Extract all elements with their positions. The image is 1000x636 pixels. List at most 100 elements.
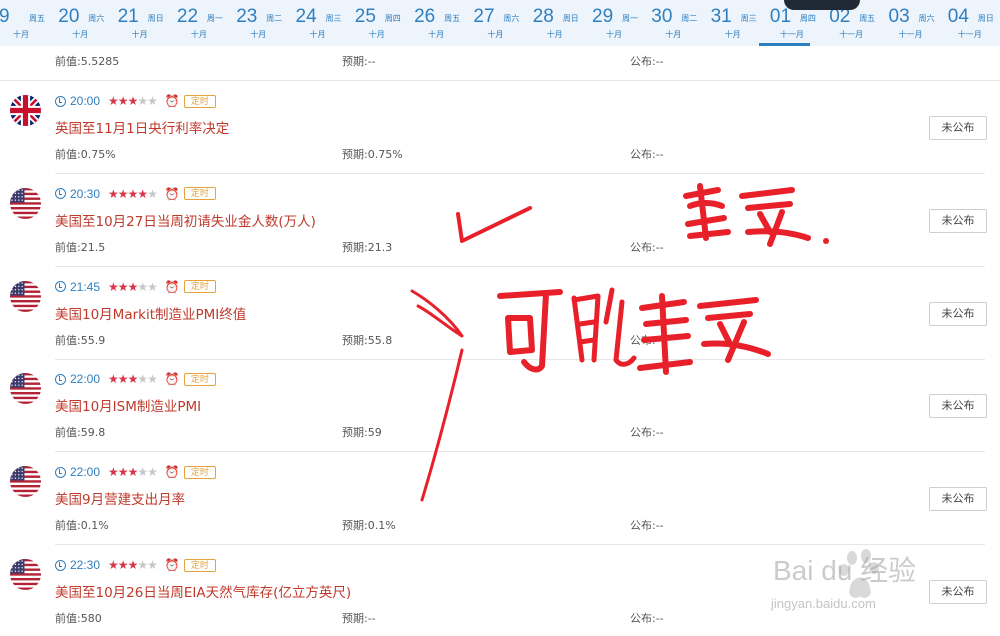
forecast-value: 预期:-- [342, 55, 376, 68]
us-flag-icon [10, 373, 41, 405]
date-tab-24[interactable]: 24 周三 十月 [288, 0, 348, 46]
event-row[interactable]: 22:00 ★★★★★ ⏰ 定时 美国9月营建支出月率 前值:0.1% 预期:0.1% 公布:… [0, 453, 1000, 546]
forecast-value: 预期:21.3 [342, 240, 393, 254]
scheduled-badge: 定时 [183, 558, 216, 572]
alarm-clock-icon[interactable]: ⏰ [165, 465, 180, 479]
prev-value: 前值:21.5 [55, 240, 106, 254]
date-number: 21 [117, 6, 139, 27]
event-title[interactable]: 美国至10月27日当周初请失业金人数(万人) [55, 210, 316, 230]
not-published-button[interactable]: 未公布 [929, 208, 987, 233]
weekday-label: 周一 [206, 14, 223, 23]
month-label: 十一月 [898, 30, 923, 39]
event-title[interactable]: 美国10月Markit制造业PMI终值 [55, 303, 246, 323]
weekday-label: 周六 [918, 14, 935, 23]
date-tab-28[interactable]: 28 周日 十月 [525, 0, 585, 46]
event-title[interactable]: 美国9月营建支出月率 [55, 488, 185, 508]
importance-star-icon: ★ [147, 186, 158, 201]
event-row[interactable]: 21:45 ★★★★★ ⏰ 定时 美国10月Markit制造业PMI终值 前值:55.9 预… [0, 268, 1000, 361]
scheduled-badge: 定时 [183, 465, 216, 479]
event-title[interactable]: 美国10月ISM制造业PMI [55, 395, 201, 415]
date-tab-31[interactable]: 31 周三 十月 [703, 0, 763, 46]
scheduled-badge: 定时 [183, 187, 216, 201]
date-tab-30[interactable]: 30 周二 十月 [643, 0, 703, 46]
event-title[interactable]: 英国至11月1日央行利率决定 [55, 117, 229, 137]
not-published-button[interactable]: 未公布 [929, 116, 987, 140]
event-meta: 20:30 ★★★★★ ⏰ 定时 [55, 186, 216, 202]
importance-star-icon: ★ [108, 372, 119, 387]
weekday-label: 周六 [88, 14, 105, 23]
weekday-label: 周五 [859, 14, 876, 23]
alarm-clock-icon[interactable]: ⏰ [165, 187, 180, 201]
weekday-label: 周日 [977, 14, 994, 23]
date-tab-25[interactable]: 25 周四 十月 [347, 0, 407, 46]
event-meta: 22:30 ★★★★★ ⏰ 定时 [55, 557, 216, 573]
date-tab-27[interactable]: 27 周六 十月 [465, 0, 525, 46]
date-number: 31 [710, 6, 732, 27]
not-published-button[interactable]: 未公布 [929, 487, 987, 512]
forecast-value: 预期:55.8 [342, 333, 393, 347]
month-label: 十月 [309, 30, 326, 39]
month-label: 十月 [487, 30, 504, 39]
weekday-label: 周一 [622, 14, 638, 23]
date-tab-9[interactable]: 9 周五 十月 [0, 0, 51, 46]
event-time: 22:30 [70, 558, 101, 572]
importance-star-icon: ★ [137, 279, 148, 294]
weekday-label: 周二 [681, 14, 698, 23]
importance-stars: ★★★★★ [108, 465, 158, 480]
importance-star-icon: ★ [147, 558, 158, 572]
importance-star-icon: ★ [117, 558, 129, 572]
event-row[interactable]: 22:00 ★★★★★ ⏰ 定时 美国10月ISM制造业PMI 前值:59.8 预期:59 公… [0, 360, 1000, 453]
alarm-clock-icon[interactable]: ⏰ [165, 280, 180, 294]
importance-star-icon: ★ [108, 558, 119, 572]
alarm-clock-icon[interactable]: ⏰ [165, 372, 180, 386]
weekday-label: 周三 [740, 14, 757, 23]
date-number: 23 [236, 6, 258, 27]
alarm-clock-icon[interactable]: ⏰ [165, 94, 180, 108]
prev-value: 前值:580 [55, 612, 102, 625]
watermark-brand: Bai du 经验 [773, 555, 917, 586]
month-label: 十月 [13, 30, 29, 39]
date-number: 22 [176, 6, 199, 27]
importance-star-icon: ★ [147, 465, 158, 480]
importance-stars: ★★★★★ [108, 94, 158, 108]
date-tab-26[interactable]: 26 周五 十月 [406, 0, 466, 46]
date-tab-29[interactable]: 29 周一 十月 [584, 0, 644, 46]
importance-star-icon: ★ [127, 279, 139, 294]
importance-stars: ★★★★★ [108, 186, 158, 201]
not-published-button[interactable]: 未公布 [929, 301, 987, 326]
forecast-value: 预期:0.75% [342, 148, 403, 161]
month-label: 十一月 [779, 30, 804, 39]
weekday-label: 周四 [799, 14, 816, 23]
importance-star-icon: ★ [108, 186, 119, 201]
weekday-label: 周四 [384, 14, 401, 23]
importance-star-icon: ★ [137, 465, 148, 480]
event-row[interactable]: 20:00 ★★★★★ ⏰ 定时 英国至11月1日央行利率决定 前值:0.75% 预期:0.… [0, 82, 1000, 175]
importance-star-icon: ★ [127, 558, 139, 572]
importance-star-icon: ★ [147, 94, 158, 108]
event-time: 20:00 [70, 94, 101, 108]
date-tab-04[interactable]: 04 周日 十一月 [940, 0, 1000, 46]
importance-star-icon: ★ [147, 279, 158, 294]
actual-value: 公布:-- [630, 519, 664, 533]
event-meta: 21:45 ★★★★★ ⏰ 定时 [55, 279, 216, 295]
not-published-button[interactable]: 未公布 [929, 394, 987, 419]
event-title[interactable]: 美国至10月26日当周EIA天然气库存(亿立方英尺) [55, 581, 351, 601]
date-tab-23[interactable]: 23 周二 十月 [228, 0, 288, 46]
us-flag-icon [10, 280, 41, 312]
us-flag-icon [10, 187, 41, 219]
event-time: 20:30 [70, 186, 101, 201]
event-row[interactable]: 20:30 ★★★★★ ⏰ 定时 美国至10月27日当周初请失业金人数(万人) 前值:21… [0, 175, 1000, 268]
date-tab-20[interactable]: 20 周六 十月 [50, 0, 110, 46]
weekday-label: 周二 [266, 14, 283, 23]
date-number: 26 [414, 6, 436, 27]
importance-stars: ★★★★★ [108, 372, 158, 387]
date-tab-22[interactable]: 22 周一 十月 [169, 0, 229, 46]
us-flag-icon [10, 559, 41, 590]
alarm-clock-icon[interactable]: ⏰ [165, 558, 180, 572]
device-notch [784, 0, 860, 10]
date-tab-21[interactable]: 21 周日 十月 [110, 0, 170, 46]
date-tab-03[interactable]: 03 周六十一月 [881, 0, 941, 46]
date-number: 29 [592, 6, 614, 27]
date-number: 03 [888, 6, 910, 27]
clock-icon [55, 559, 66, 571]
